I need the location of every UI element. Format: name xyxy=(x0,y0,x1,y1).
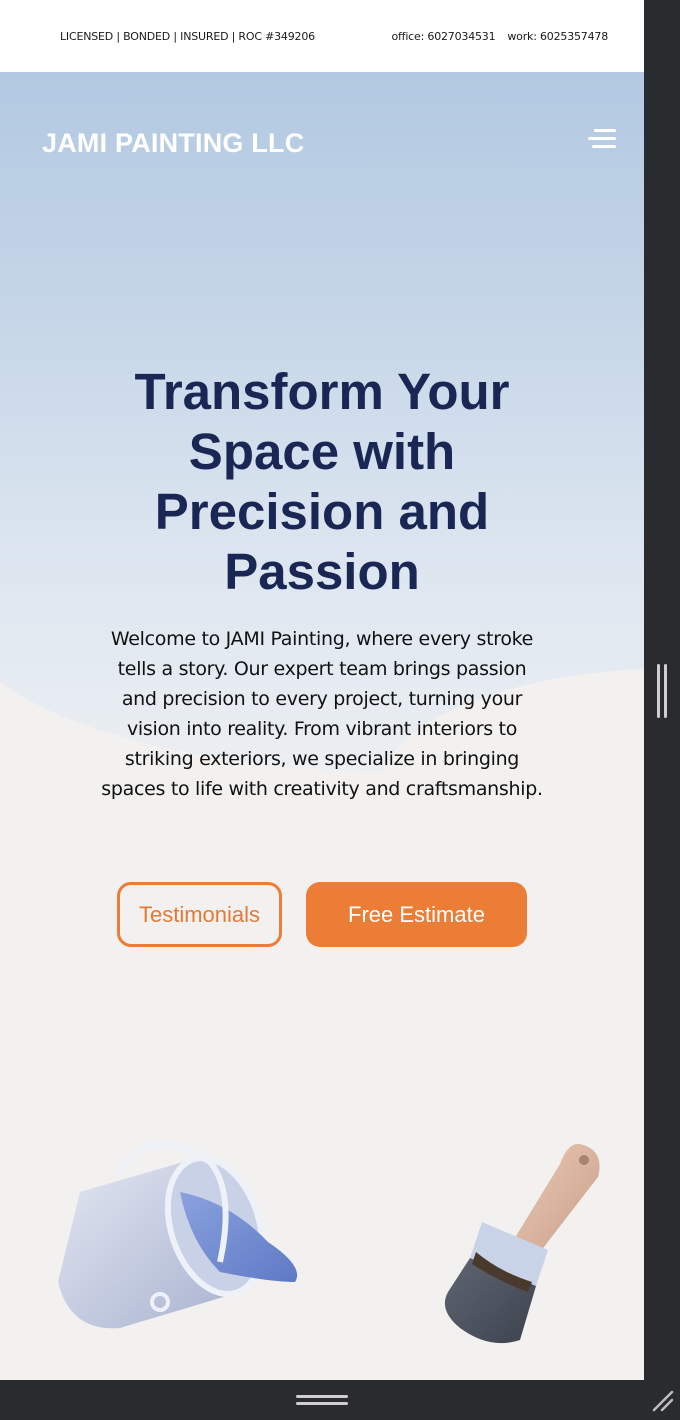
work-phone[interactable]: work: 6025357478 xyxy=(507,30,608,43)
brand-logo[interactable]: JAMI PAINTING LLC xyxy=(42,128,304,159)
contact-numbers: office: 6027034531 work: 6025357478 xyxy=(391,30,608,43)
top-info-bar: LICENSED | BONDED | INSURED | ROC #34920… xyxy=(0,0,644,72)
testimonials-button[interactable]: Testimonials xyxy=(117,882,282,947)
hamburger-menu-icon[interactable] xyxy=(586,127,616,151)
bottom-resize-handle[interactable] xyxy=(296,1395,348,1407)
hero-headline: Transform Your Space with Precision and … xyxy=(134,363,510,600)
license-info: LICENSED | BONDED | INSURED | ROC #34920… xyxy=(60,29,315,43)
paint-bucket-illustration xyxy=(58,1141,298,1329)
browser-viewport: LICENSED | BONDED | INSURED | ROC #34920… xyxy=(0,0,644,1380)
office-phone[interactable]: office: 6027034531 xyxy=(391,30,495,43)
free-estimate-button[interactable]: Free Estimate xyxy=(306,882,527,947)
resize-grip-icon[interactable] xyxy=(650,1388,676,1414)
paint-brush-illustration xyxy=(444,1143,600,1344)
hero-intro: Welcome to JAMI Painting, where every st… xyxy=(101,628,543,800)
side-resize-handle[interactable] xyxy=(657,664,669,718)
hero-section: JAMI PAINTING LLC Transform Your Space w… xyxy=(0,72,644,1380)
